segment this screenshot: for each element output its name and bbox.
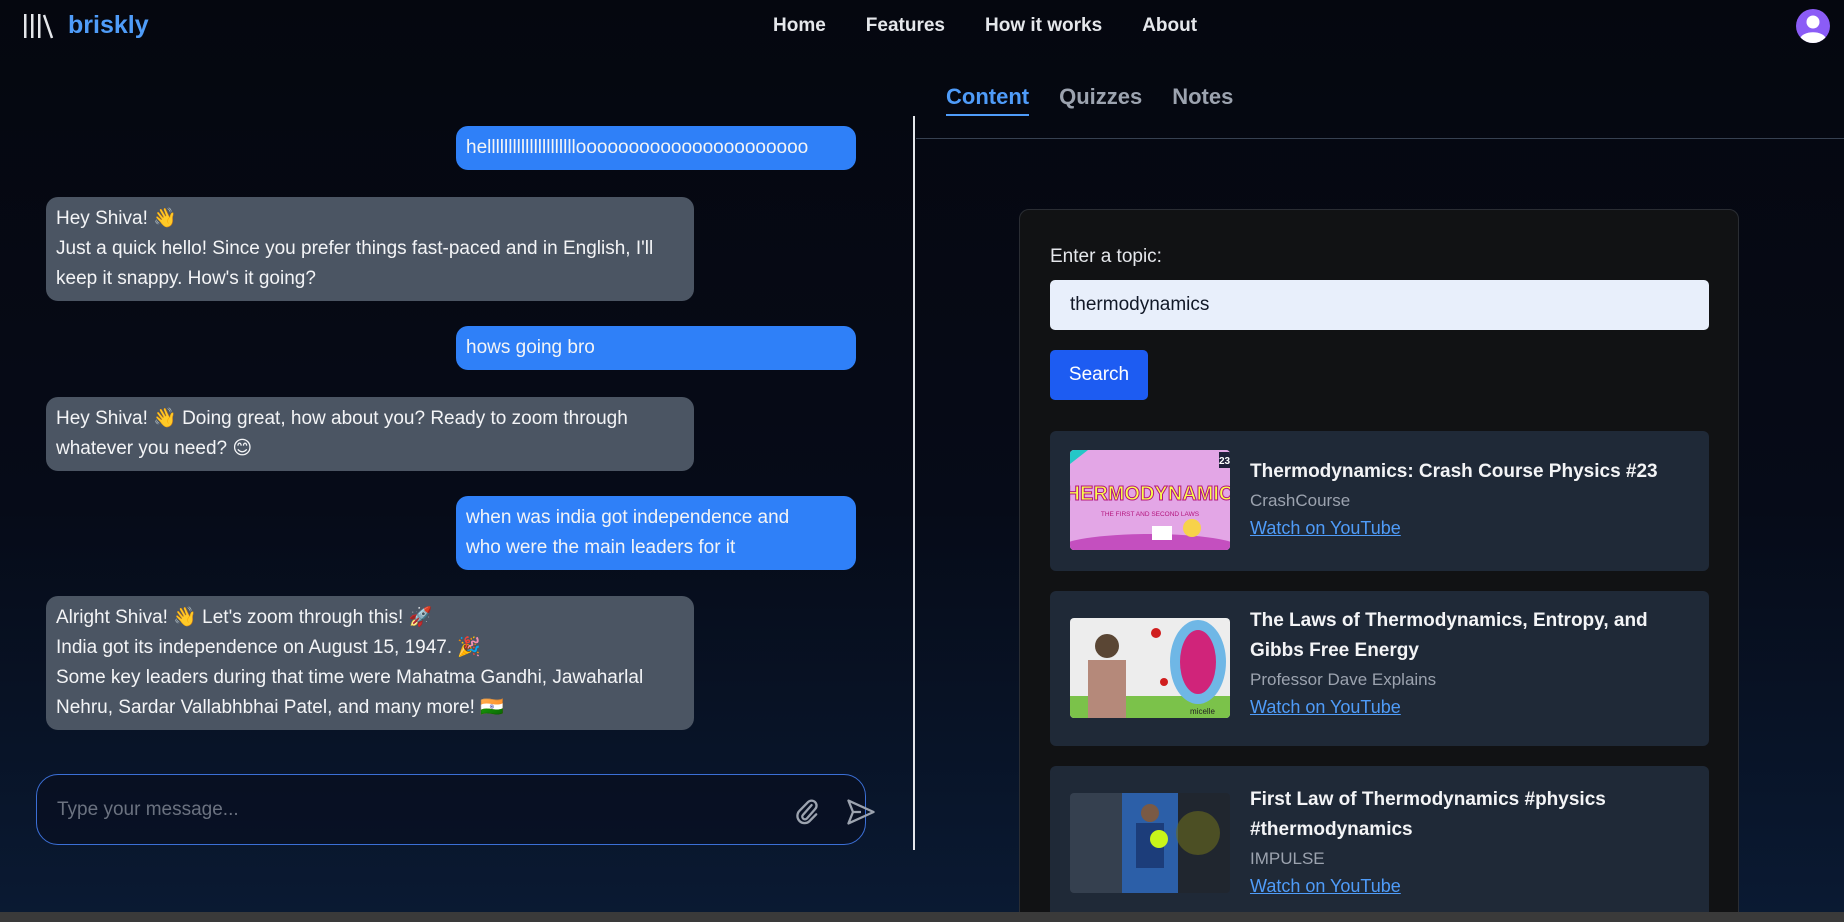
user-icon [1800,15,1826,43]
panel-divider [913,116,915,850]
svg-text:THERMODYNAMICS: THERMODYNAMICS [1070,483,1230,505]
video-card: micelle The Laws of Thermodynamics, Entr… [1050,591,1709,746]
video-title: The Laws of Thermodynamics, Entropy, and… [1250,610,1648,661]
nav-how-it-works[interactable]: How it works [985,15,1102,37]
user-avatar[interactable] [1796,9,1830,43]
video-thumbnail[interactable] [1070,793,1230,893]
message-composer [36,774,875,845]
topic-label: Enter a topic: [1050,246,1162,267]
main-nav: Home Features How it works About [773,15,1197,37]
top-nav-bar: briskly Home Features How it works About [0,0,1844,56]
nav-home[interactable]: Home [773,15,826,37]
svg-text:23: 23 [1219,456,1230,467]
video-thumbnail[interactable]: 23 THERMODYNAMICS THE FIRST AND SECOND L… [1070,450,1230,550]
tab-notes[interactable]: Notes [1172,84,1233,116]
brand-logo[interactable]: briskly [22,11,149,40]
video-title: Thermodynamics: Crash Course Physics #23 [1250,461,1658,482]
watch-on-youtube-link[interactable]: Watch on YouTube [1250,872,1401,900]
panel-tabs: Content Quizzes Notes [946,84,1233,116]
bot-message: Alright Shiva! 👋 Let's zoom through this… [46,596,694,730]
tab-quizzes[interactable]: Quizzes [1059,84,1142,116]
video-thumbnail[interactable]: micelle [1070,618,1230,718]
video-channel: IMPULSE [1250,849,1325,868]
content-panel: Enter a topic: Search 23 THERMODYNAMICS … [1019,209,1739,922]
bot-message: Hey Shiva! 👋 Just a quick hello! Since y… [46,197,694,301]
video-title: First Law of Thermodynamics #physics #th… [1250,789,1606,840]
window-bottom-bar [0,912,1844,922]
user-message: hows going bro [456,326,856,370]
svg-text:THE FIRST AND SECOND LAWS: THE FIRST AND SECOND LAWS [1101,511,1200,518]
tab-content[interactable]: Content [946,84,1030,116]
topic-input[interactable] [1050,280,1709,330]
tabs-divider [916,138,1844,139]
watch-on-youtube-link[interactable]: Watch on YouTube [1250,693,1401,721]
message-input[interactable] [57,793,757,827]
bot-message: Hey Shiva! 👋 Doing great, how about you?… [46,397,694,471]
video-card: First Law of Thermodynamics #physics #th… [1050,766,1709,921]
watch-on-youtube-link[interactable]: Watch on YouTube [1250,514,1401,542]
nav-about[interactable]: About [1142,15,1197,37]
search-button[interactable]: Search [1050,350,1148,400]
send-icon[interactable] [845,797,877,827]
paperclip-icon[interactable] [793,797,821,827]
nav-features[interactable]: Features [866,15,945,37]
video-channel: CrashCourse [1250,491,1351,510]
user-message: helllllllllllllllllllllooooooooooooooooo… [456,126,856,170]
user-message: when was india got independence and who … [456,496,856,570]
library-icon [24,13,54,38]
video-channel: Professor Dave Explains [1250,670,1437,689]
brand-name: briskly [68,11,149,39]
video-card: 23 THERMODYNAMICS THE FIRST AND SECOND L… [1050,431,1709,571]
svg-text:micelle: micelle [1190,707,1215,716]
